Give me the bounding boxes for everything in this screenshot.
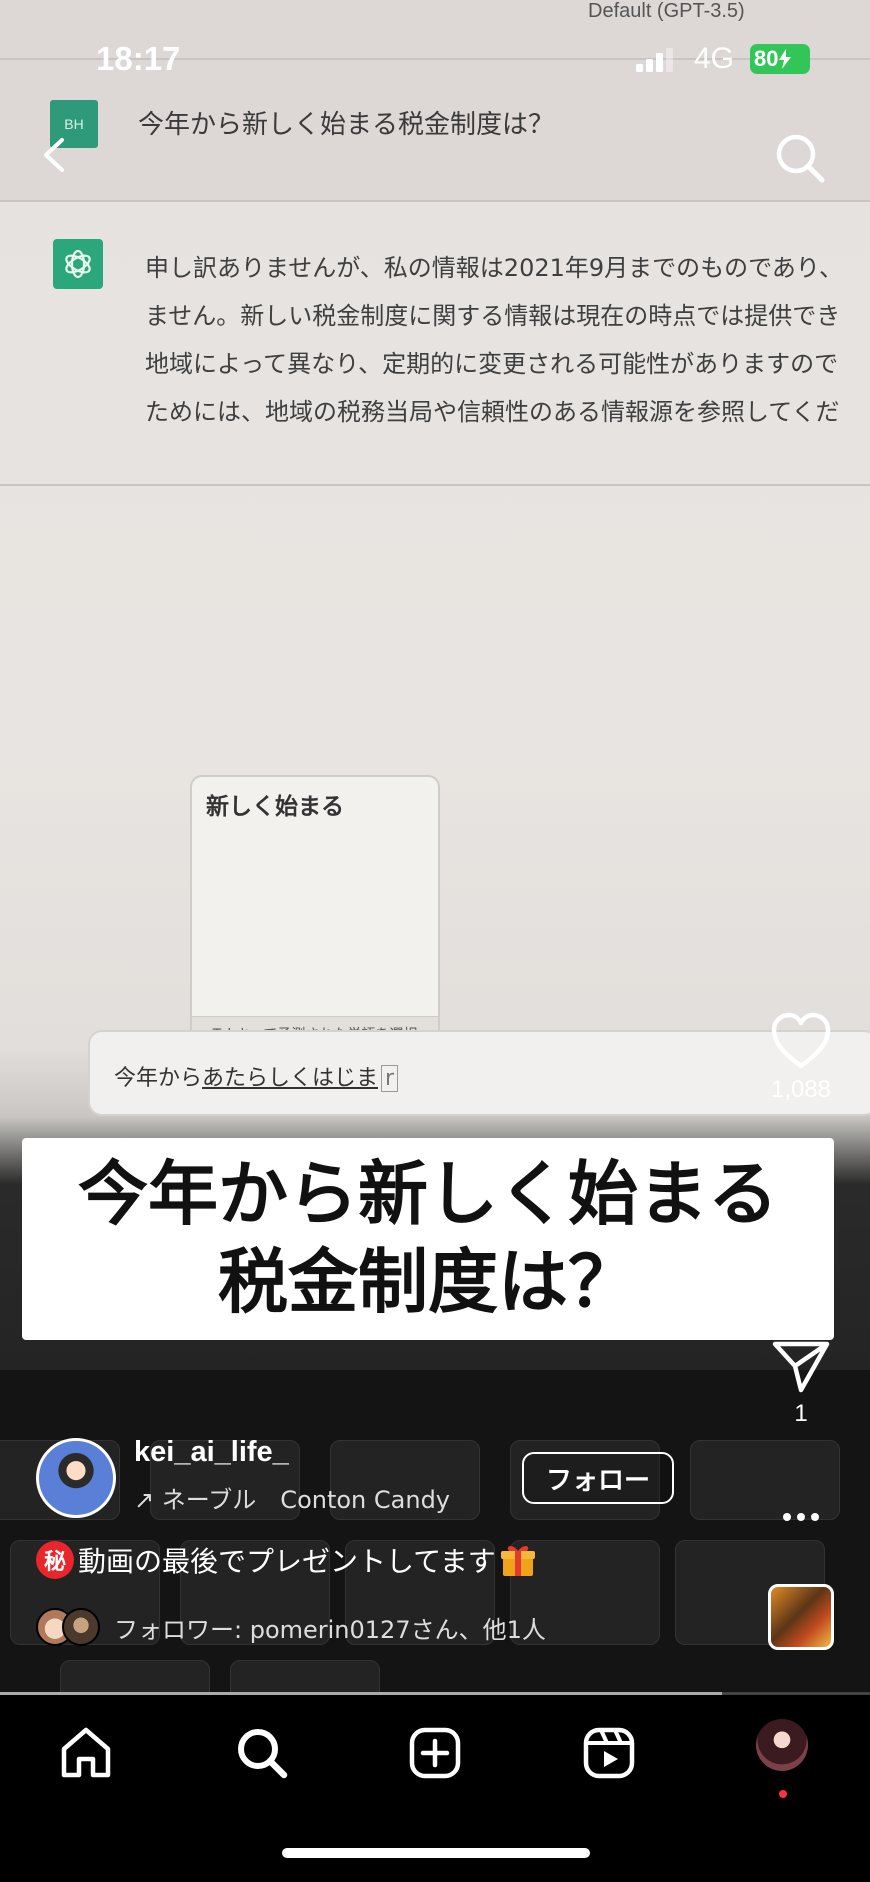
status-time: 18:17 — [96, 40, 181, 77]
share-action[interactable]: 1 — [760, 1338, 842, 1428]
assistant-answer: 申し訳ありませんが、私の情報は2021年9月までのものであり、 ません。新しい税… — [145, 244, 870, 436]
signal-icon — [636, 48, 673, 72]
followers-text: フォロワー: pomerin0127さん、他1人 — [114, 1615, 546, 1644]
audio-track-name: ネーブル Conton Candy — [161, 1486, 451, 1514]
profile-avatar[interactable] — [756, 1719, 808, 1771]
answer-line: ません。新しい税金制度に関する情報は現在の時点では提供でき — [145, 302, 841, 330]
back-icon[interactable] — [30, 130, 80, 180]
home-indicator — [282, 1848, 590, 1858]
answer-line: ためには、地域の税務当局や信頼性のある情報源を参照してくだ — [145, 398, 840, 426]
followed-by[interactable]: フォロワー: pomerin0127さん、他1人 — [36, 1608, 546, 1646]
gift-icon — [500, 1546, 535, 1576]
divider — [0, 200, 870, 202]
audio-arrow-icon: ↗ — [134, 1486, 162, 1514]
like-count: 1,088 — [770, 1076, 832, 1103]
answer-line: 地域によって異なり、定期的に変更される可能性がありますので — [145, 350, 839, 378]
comment-count: 908 — [780, 1234, 822, 1261]
divider — [0, 484, 870, 486]
network-type: 4G — [694, 42, 735, 75]
follower-avatar — [62, 1608, 100, 1646]
caption-line: 税金制度は？ — [218, 1241, 638, 1323]
input-prefix: 今年から — [114, 1066, 203, 1091]
creator-avatar[interactable] — [36, 1438, 116, 1518]
chat-input-field: 今年からあたらしくはじま r — [88, 1030, 870, 1116]
explore-icon[interactable] — [232, 1723, 292, 1783]
reel-video[interactable]: Default (GPT-3.5) BH 今年から新しく始まる税金制度は？ 申し… — [0, 0, 870, 1692]
suggestion-word: 新しく始まる — [206, 794, 344, 820]
audio-thumbnail[interactable] — [768, 1584, 834, 1650]
charging-icon — [779, 49, 792, 69]
share-count: 1 — [794, 1400, 808, 1427]
home-icon[interactable] — [56, 1723, 116, 1783]
send-icon[interactable] — [771, 1338, 831, 1394]
battery-indicator: 80 — [750, 44, 810, 74]
creator-username[interactable]: kei_ai_life_ — [134, 1436, 289, 1469]
search-icon[interactable] — [770, 128, 830, 188]
create-icon[interactable] — [405, 1723, 465, 1783]
reels-icon[interactable] — [579, 1723, 639, 1783]
input-cursor: r — [381, 1065, 399, 1092]
audio-track[interactable]: ↗ ネーブル Conton Candy — [134, 1480, 494, 1515]
chatgpt-logo-icon — [53, 239, 103, 289]
secret-badge-icon: 秘 — [36, 1541, 74, 1579]
heart-icon[interactable] — [770, 1012, 832, 1070]
comment-action[interactable]: 908 — [760, 1168, 842, 1262]
description-text: 動画の最後でプレゼントしてます — [78, 1545, 496, 1578]
answer-line: 申し訳ありませんが、私の情報は2021年9月までのものであり、 — [145, 254, 843, 282]
bottom-nav — [0, 1695, 870, 1882]
more-icon[interactable] — [760, 1508, 842, 1527]
status-bar: 18:17 4G 80 — [0, 0, 870, 116]
follow-button[interactable]: フォロー — [522, 1452, 674, 1504]
notification-dot — [779, 1790, 787, 1798]
battery-level: 80 — [754, 46, 779, 71]
comment-icon[interactable] — [771, 1168, 831, 1228]
reel-description[interactable]: 秘 動画の最後でプレゼントしてます — [36, 1540, 536, 1580]
caption-line: 今年から新しく始まる — [78, 1153, 778, 1235]
input-text: 今年からあたらしくはじま r — [114, 1060, 399, 1092]
caption-overlay: 今年から新しく始まる 税金制度は？ — [22, 1138, 834, 1340]
like-action[interactable]: 1,088 — [760, 1012, 842, 1104]
input-composing: あたらしくはじま — [202, 1066, 379, 1091]
ime-suggestion-popup: 新しく始まる Tabキーで予測された単語を選択 — [190, 775, 440, 1052]
